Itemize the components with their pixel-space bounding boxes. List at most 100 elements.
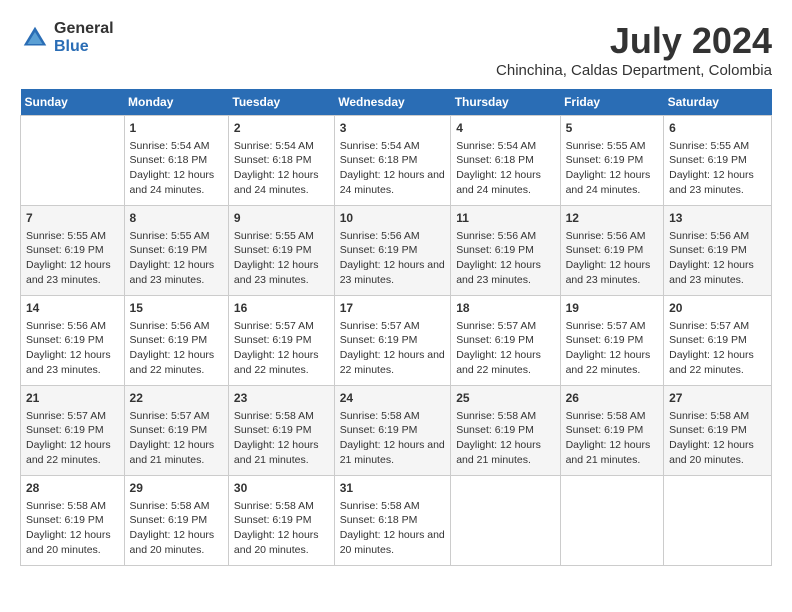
day-number: 15 xyxy=(130,300,223,317)
calendar-cell: 15 Sunrise: 5:56 AMSunset: 6:19 PMDayligh… xyxy=(124,296,228,386)
day-number: 28 xyxy=(26,480,119,497)
calendar-cell: 22 Sunrise: 5:57 AMSunset: 6:19 PMDayligh… xyxy=(124,386,228,476)
day-number: 8 xyxy=(130,210,223,227)
day-info: Sunrise: 5:58 AMSunset: 6:19 PMDaylight:… xyxy=(340,409,446,468)
calendar-cell: 24Sunrise: 5:58 AMSunset: 6:19 PMDayligh… xyxy=(334,386,451,476)
day-number: 18 xyxy=(456,300,554,317)
day-info: Sunrise: 5:58 AMSunset: 6:19 PMDaylight:… xyxy=(566,409,659,468)
day-number: 10 xyxy=(340,210,446,227)
day-number: 16 xyxy=(234,300,329,317)
day-number: 20 xyxy=(669,300,766,317)
day-number: 26 xyxy=(566,390,659,407)
calendar-week-row: 14 Sunrise: 5:56 AMSunset: 6:19 PMDayligh… xyxy=(21,296,772,386)
calendar-cell: 19 Sunrise: 5:57 AMSunset: 6:19 PMDayligh… xyxy=(560,296,664,386)
header-sunday: Sunday xyxy=(21,89,125,116)
header-tuesday: Tuesday xyxy=(228,89,334,116)
day-number: 14 xyxy=(26,300,119,317)
day-info: Sunrise: 5:55 AMSunset: 6:19 PMDaylight:… xyxy=(26,229,119,288)
day-number: 2 xyxy=(234,120,329,137)
day-info: Sunrise: 5:55 AMSunset: 6:19 PMDaylight:… xyxy=(566,139,659,198)
day-number: 25 xyxy=(456,390,554,407)
calendar-cell: 17 Sunrise: 5:57 AMSunset: 6:19 PMDayligh… xyxy=(334,296,451,386)
day-number: 19 xyxy=(566,300,659,317)
calendar-cell: 14Sunrise: 5:56 AMSunset: 6:19 PMDayligh… xyxy=(21,296,125,386)
calendar-cell: 2 Sunrise: 5:54 AMSunset: 6:18 PMDaylight… xyxy=(228,116,334,206)
calendar-cell: 6 Sunrise: 5:55 AMSunset: 6:19 PMDaylight… xyxy=(664,116,772,206)
day-info: Sunrise: 5:55 AMSunset: 6:19 PMDaylight:… xyxy=(669,139,766,198)
logo: General Blue xyxy=(20,20,114,55)
day-info: Sunrise: 5:56 AMSunset: 6:19 PMDaylight:… xyxy=(130,319,223,378)
calendar-week-row: 21 Sunrise: 5:57 AMSunset: 6:19 PMDayligh… xyxy=(21,386,772,476)
day-number: 29 xyxy=(130,480,223,497)
day-info: Sunrise: 5:56 AMSunset: 6:19 PMDaylight:… xyxy=(456,229,554,288)
day-number: 6 xyxy=(669,120,766,137)
calendar-cell: 21 Sunrise: 5:57 AMSunset: 6:19 PMDayligh… xyxy=(21,386,125,476)
calendar-cell: 7Sunrise: 5:55 AMSunset: 6:19 PMDaylight… xyxy=(21,206,125,296)
calendar-cell: 31 Sunrise: 5:58 AMSunset: 6:18 PMDayligh… xyxy=(334,476,451,566)
day-number: 9 xyxy=(234,210,329,227)
calendar-cell xyxy=(451,476,560,566)
day-info: Sunrise: 5:54 AMSunset: 6:18 PMDaylight:… xyxy=(456,139,554,198)
day-info: Sunrise: 5:57 AMSunset: 6:19 PMDaylight:… xyxy=(340,319,446,378)
calendar-cell: 18Sunrise: 5:57 AMSunset: 6:19 PMDayligh… xyxy=(451,296,560,386)
calendar-cell: 4 Sunrise: 5:54 AMSunset: 6:18 PMDaylight… xyxy=(451,116,560,206)
day-number: 23 xyxy=(234,390,329,407)
day-number: 13 xyxy=(669,210,766,227)
day-info: Sunrise: 5:57 AMSunset: 6:19 PMDaylight:… xyxy=(234,319,329,378)
header-thursday: Thursday xyxy=(451,89,560,116)
calendar-cell: 16 Sunrise: 5:57 AMSunset: 6:19 PMDayligh… xyxy=(228,296,334,386)
day-info: Sunrise: 5:54 AMSunset: 6:18 PMDaylight:… xyxy=(340,139,446,198)
calendar-cell: 27Sunrise: 5:58 AMSunset: 6:19 PMDayligh… xyxy=(664,386,772,476)
calendar-cell xyxy=(560,476,664,566)
calendar-cell: 5 Sunrise: 5:55 AMSunset: 6:19 PMDaylight… xyxy=(560,116,664,206)
calendar-week-row: 1 Sunrise: 5:54 AMSunset: 6:18 PMDaylight… xyxy=(21,116,772,206)
calendar-week-row: 28 Sunrise: 5:58 AMSunset: 6:19 PMDayligh… xyxy=(21,476,772,566)
day-number: 4 xyxy=(456,120,554,137)
day-info: Sunrise: 5:54 AMSunset: 6:18 PMDaylight:… xyxy=(234,139,329,198)
calendar-cell: 10 Sunrise: 5:56 AMSunset: 6:19 PMDayligh… xyxy=(334,206,451,296)
location-text: Chinchina, Caldas Department, Colombia xyxy=(496,62,772,79)
calendar-cell: 23Sunrise: 5:58 AMSunset: 6:19 PMDayligh… xyxy=(228,386,334,476)
day-info: Sunrise: 5:58 AMSunset: 6:18 PMDaylight:… xyxy=(340,499,446,558)
day-info: Sunrise: 5:58 AMSunset: 6:19 PMDaylight:… xyxy=(234,499,329,558)
calendar-cell: 1 Sunrise: 5:54 AMSunset: 6:18 PMDaylight… xyxy=(124,116,228,206)
day-info: Sunrise: 5:56 AMSunset: 6:19 PMDaylight:… xyxy=(566,229,659,288)
calendar-cell: 9Sunrise: 5:55 AMSunset: 6:19 PMDaylight… xyxy=(228,206,334,296)
calendar-cell: 3Sunrise: 5:54 AMSunset: 6:18 PMDaylight… xyxy=(334,116,451,206)
day-info: Sunrise: 5:56 AMSunset: 6:19 PMDaylight:… xyxy=(669,229,766,288)
day-number: 21 xyxy=(26,390,119,407)
calendar-week-row: 7Sunrise: 5:55 AMSunset: 6:19 PMDaylight… xyxy=(21,206,772,296)
day-info: Sunrise: 5:58 AMSunset: 6:19 PMDaylight:… xyxy=(669,409,766,468)
logo-blue-text: Blue xyxy=(54,38,114,56)
calendar-cell xyxy=(664,476,772,566)
day-number: 11 xyxy=(456,210,554,227)
logo-icon xyxy=(20,23,50,53)
day-number: 1 xyxy=(130,120,223,137)
day-number: 22 xyxy=(130,390,223,407)
calendar-cell: 11 Sunrise: 5:56 AMSunset: 6:19 PMDayligh… xyxy=(451,206,560,296)
day-number: 17 xyxy=(340,300,446,317)
calendar-header-row: Sunday Monday Tuesday Wednesday Thursday… xyxy=(21,89,772,116)
header-wednesday: Wednesday xyxy=(334,89,451,116)
day-info: Sunrise: 5:57 AMSunset: 6:19 PMDaylight:… xyxy=(130,409,223,468)
calendar-cell: 30Sunrise: 5:58 AMSunset: 6:19 PMDayligh… xyxy=(228,476,334,566)
day-number: 31 xyxy=(340,480,446,497)
day-info: Sunrise: 5:58 AMSunset: 6:19 PMDaylight:… xyxy=(456,409,554,468)
day-number: 5 xyxy=(566,120,659,137)
calendar-cell: 20Sunrise: 5:57 AMSunset: 6:19 PMDayligh… xyxy=(664,296,772,386)
calendar-table: Sunday Monday Tuesday Wednesday Thursday… xyxy=(20,89,772,566)
header-saturday: Saturday xyxy=(664,89,772,116)
day-info: Sunrise: 5:56 AMSunset: 6:19 PMDaylight:… xyxy=(340,229,446,288)
calendar-cell: 25 Sunrise: 5:58 AMSunset: 6:19 PMDayligh… xyxy=(451,386,560,476)
day-number: 12 xyxy=(566,210,659,227)
calendar-cell: 29Sunrise: 5:58 AMSunset: 6:19 PMDayligh… xyxy=(124,476,228,566)
day-info: Sunrise: 5:57 AMSunset: 6:19 PMDaylight:… xyxy=(26,409,119,468)
header-friday: Friday xyxy=(560,89,664,116)
calendar-cell: 26 Sunrise: 5:58 AMSunset: 6:19 PMDayligh… xyxy=(560,386,664,476)
calendar-cell: 13 Sunrise: 5:56 AMSunset: 6:19 PMDayligh… xyxy=(664,206,772,296)
title-block: July 2024 Chinchina, Caldas Department, … xyxy=(496,20,772,79)
day-info: Sunrise: 5:54 AMSunset: 6:18 PMDaylight:… xyxy=(130,139,223,198)
day-info: Sunrise: 5:57 AMSunset: 6:19 PMDaylight:… xyxy=(566,319,659,378)
calendar-cell xyxy=(21,116,125,206)
logo-general-text: General xyxy=(54,20,114,38)
